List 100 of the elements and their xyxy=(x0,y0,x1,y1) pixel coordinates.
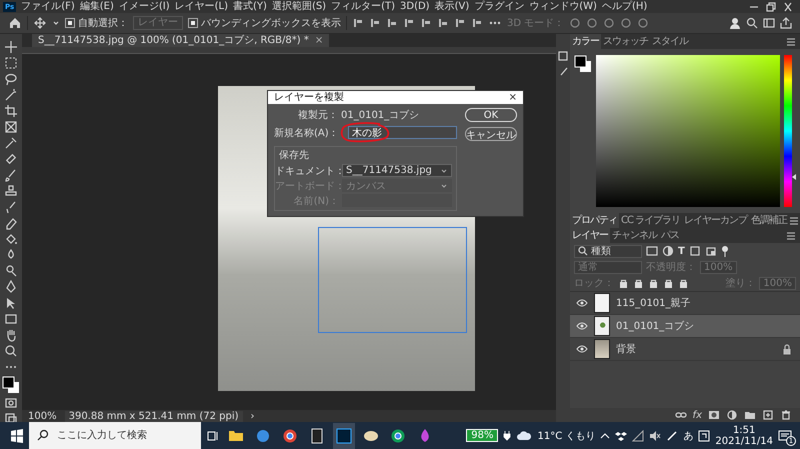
color-field[interactable] xyxy=(596,55,780,207)
menu-item[interactable]: 編集(E) xyxy=(80,0,114,12)
panel-menu-icon[interactable] xyxy=(786,230,796,240)
panel-tab[interactable]: レイヤー xyxy=(570,228,610,243)
color-swatches-icon[interactable] xyxy=(574,55,592,73)
menu-item[interactable]: 3D(D) xyxy=(400,0,430,12)
menu-item[interactable]: ヘルプ(H) xyxy=(602,0,648,12)
cloud-icon[interactable] xyxy=(516,430,532,442)
menu-item[interactable]: 書式(Y) xyxy=(233,0,267,12)
chevron-up-icon[interactable] xyxy=(600,430,610,440)
shape-filter-icon[interactable] xyxy=(688,245,701,257)
smart-object-filter-icon[interactable] xyxy=(704,245,717,257)
wand-icon[interactable] xyxy=(4,88,18,102)
windows-start-icon[interactable] xyxy=(10,428,24,442)
network-icon[interactable] xyxy=(632,430,644,442)
clock-date[interactable]: 2021/11/14 xyxy=(715,436,773,446)
panel-menu-icon[interactable] xyxy=(789,216,800,226)
eye-icon[interactable] xyxy=(576,298,588,308)
menu-item[interactable]: レイヤー(L) xyxy=(174,0,228,12)
lock-icon[interactable] xyxy=(782,344,792,354)
panel-menu-icon[interactable] xyxy=(786,36,796,46)
layer-style-button[interactable]: fx xyxy=(692,410,702,420)
input-method-indicator[interactable]: あ xyxy=(683,428,694,442)
layer-row[interactable]: 背景 xyxy=(570,338,800,361)
toggle-dot-icon[interactable] xyxy=(720,245,729,257)
layer-row[interactable]: 01_0101_コブシ xyxy=(570,315,800,338)
weather-text[interactable]: 11°C くもり xyxy=(537,428,596,442)
close-button[interactable]: × xyxy=(508,91,517,104)
eyedropper-icon[interactable] xyxy=(4,136,18,150)
filter-dropdown[interactable]: 種類 xyxy=(574,244,642,258)
dropdown[interactable]: S__71147538.jpg xyxy=(342,164,452,177)
panel-tab[interactable]: パス xyxy=(659,228,681,243)
bucket-icon[interactable] xyxy=(4,232,18,246)
restore-icon[interactable] xyxy=(765,2,777,12)
checkbox[interactable] xyxy=(188,18,198,28)
menu-item[interactable]: 選択範囲(S) xyxy=(272,0,326,12)
new-layer-icon[interactable] xyxy=(762,410,774,420)
type-filter[interactable]: T xyxy=(678,246,685,256)
share-icon[interactable] xyxy=(780,17,792,29)
name-field[interactable]: 木の影 xyxy=(348,126,457,139)
image-filter-icon[interactable] xyxy=(646,245,658,257)
dashed-square-icon[interactable] xyxy=(4,56,18,70)
opacity-label: 不透明度： xyxy=(646,260,696,274)
user-icon[interactable] xyxy=(729,17,741,29)
move-arrows-icon[interactable] xyxy=(4,40,18,54)
notification-icon[interactable] xyxy=(778,430,792,442)
panel-tab[interactable]: CC ライブラリ xyxy=(619,213,682,228)
pen-icon[interactable] xyxy=(666,430,678,442)
eye-icon[interactable] xyxy=(576,321,588,331)
close-icon[interactable] xyxy=(782,2,794,12)
frame-icon[interactable] xyxy=(4,120,18,134)
adjustment-icon[interactable] xyxy=(726,410,738,420)
layout-icon[interactable] xyxy=(763,17,775,29)
checkbox[interactable] xyxy=(65,18,75,28)
panel-tab[interactable]: チャンネル xyxy=(610,228,659,243)
move-arrows-icon[interactable] xyxy=(33,17,47,29)
menu-item[interactable]: ウィンドウ(W) xyxy=(529,0,597,12)
mask-mode-icon[interactable] xyxy=(4,396,18,410)
panel-tab[interactable]: 色調補正 xyxy=(749,213,790,228)
stamp-icon[interactable] xyxy=(4,184,18,198)
mask-icon[interactable] xyxy=(708,410,720,420)
cancel-button[interactable]: キャンセル xyxy=(465,127,517,141)
panel-tab[interactable]: スタイル xyxy=(650,34,690,49)
search-icon[interactable] xyxy=(746,17,758,29)
align-left-icon[interactable] xyxy=(352,17,364,29)
speaker-muted-icon[interactable] xyxy=(649,430,662,442)
menu-item[interactable]: 表示(V) xyxy=(434,0,470,12)
panel-tab[interactable]: スウォッチ xyxy=(601,34,650,49)
panel-tab[interactable]: レイヤーカンプ xyxy=(682,213,750,228)
color-swatches-icon[interactable] xyxy=(2,376,20,394)
hue-slider-thumb[interactable] xyxy=(792,174,796,180)
menu-item[interactable]: イメージ(I) xyxy=(118,0,170,12)
panel-tab[interactable]: プロパティ xyxy=(570,213,619,228)
folder-icon[interactable] xyxy=(744,410,756,420)
brush-icon[interactable] xyxy=(4,168,18,182)
menu-item[interactable]: プラグイン xyxy=(474,0,524,12)
document-tab[interactable]: S__71147538.jpg @ 100% (01_0101_コブシ, RGB/8*) * × xyxy=(32,34,330,47)
panel-tab[interactable]: カラー xyxy=(570,34,601,49)
menu-item[interactable]: ファイル(F) xyxy=(21,0,75,12)
crop-icon[interactable] xyxy=(4,104,18,118)
search-field[interactable]: ここに入力して検索 xyxy=(29,422,201,449)
search-icon[interactable] xyxy=(4,344,18,358)
menu-item[interactable]: フィルター(T) xyxy=(331,0,396,12)
close-tab-button[interactable]: × xyxy=(314,34,324,47)
adjustment-filter-icon[interactable] xyxy=(662,245,674,257)
eye-icon[interactable] xyxy=(576,344,588,354)
home-icon[interactable] xyxy=(8,17,22,29)
ok-button[interactable]: OK xyxy=(465,108,517,122)
clock-time[interactable]: 1:51 xyxy=(732,424,756,436)
link-icon[interactable] xyxy=(674,410,687,420)
lasso-icon[interactable] xyxy=(4,72,18,86)
task-view-icon[interactable] xyxy=(206,428,220,442)
expand-arrow[interactable]: › xyxy=(250,410,255,422)
eraser-icon[interactable] xyxy=(4,216,18,230)
lock-icon[interactable] xyxy=(678,278,689,288)
trash-icon[interactable] xyxy=(780,410,792,420)
rectangle-icon[interactable] xyxy=(4,312,18,326)
pen-tool-icon[interactable] xyxy=(4,280,18,294)
transform-box[interactable] xyxy=(318,227,467,333)
box-cluster-icon[interactable] xyxy=(615,430,628,442)
